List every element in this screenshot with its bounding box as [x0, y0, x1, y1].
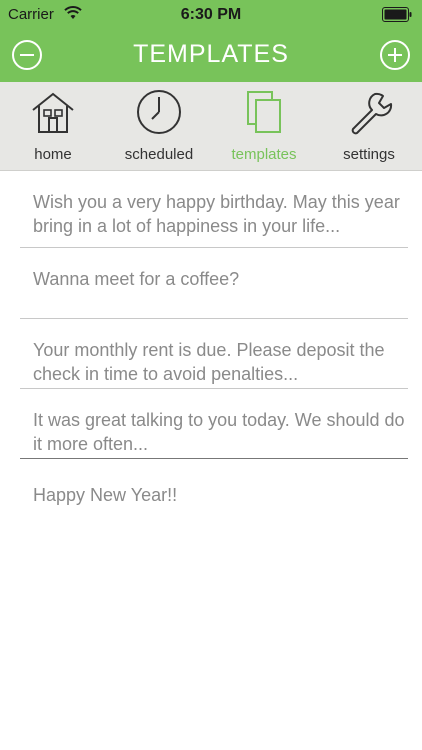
- tab-settings[interactable]: settings: [316, 82, 422, 170]
- templates-list: Wish you a very happy birthday. May this…: [0, 171, 422, 529]
- tab-templates-label: templates: [231, 146, 297, 163]
- template-text: Your monthly rent is due. Please deposit…: [33, 340, 385, 384]
- status-bar: Carrier 6:30 PM: [0, 0, 422, 30]
- list-item[interactable]: Your monthly rent is due. Please deposit…: [20, 319, 408, 389]
- tab-home-label: home: [34, 146, 72, 163]
- wrench-icon: [345, 88, 393, 136]
- tab-settings-label: settings: [343, 146, 395, 163]
- clock-icon: [135, 88, 183, 136]
- clock-time: 6:30 PM: [180, 6, 242, 23]
- battery-icon: [382, 7, 412, 22]
- template-text: Wanna meet for a coffee?: [33, 269, 240, 289]
- plus-circle-icon: [380, 40, 410, 70]
- tab-bar: home scheduled templates settings: [0, 82, 422, 171]
- list-item[interactable]: Happy New Year!!: [20, 459, 408, 529]
- tab-scheduled-label: scheduled: [124, 146, 194, 163]
- tab-templates[interactable]: templates: [212, 82, 316, 170]
- add-template-button[interactable]: [379, 39, 411, 71]
- list-item[interactable]: Wish you a very happy birthday. May this…: [20, 171, 408, 248]
- pages-icon: [240, 88, 288, 136]
- page-title: TEMPLATES: [133, 40, 289, 68]
- tab-home[interactable]: home: [0, 82, 106, 170]
- template-text: It was great talking to you today. We sh…: [33, 410, 405, 454]
- list-item[interactable]: Wanna meet for a coffee?: [20, 248, 408, 319]
- house-icon: [29, 88, 77, 136]
- nav-bar: TEMPLATES: [0, 30, 422, 82]
- list-item[interactable]: It was great talking to you today. We sh…: [20, 389, 408, 459]
- tab-scheduled[interactable]: scheduled: [106, 82, 212, 170]
- template-text: Wish you a very happy birthday. May this…: [33, 192, 400, 236]
- template-text: Happy New Year!!: [33, 485, 178, 505]
